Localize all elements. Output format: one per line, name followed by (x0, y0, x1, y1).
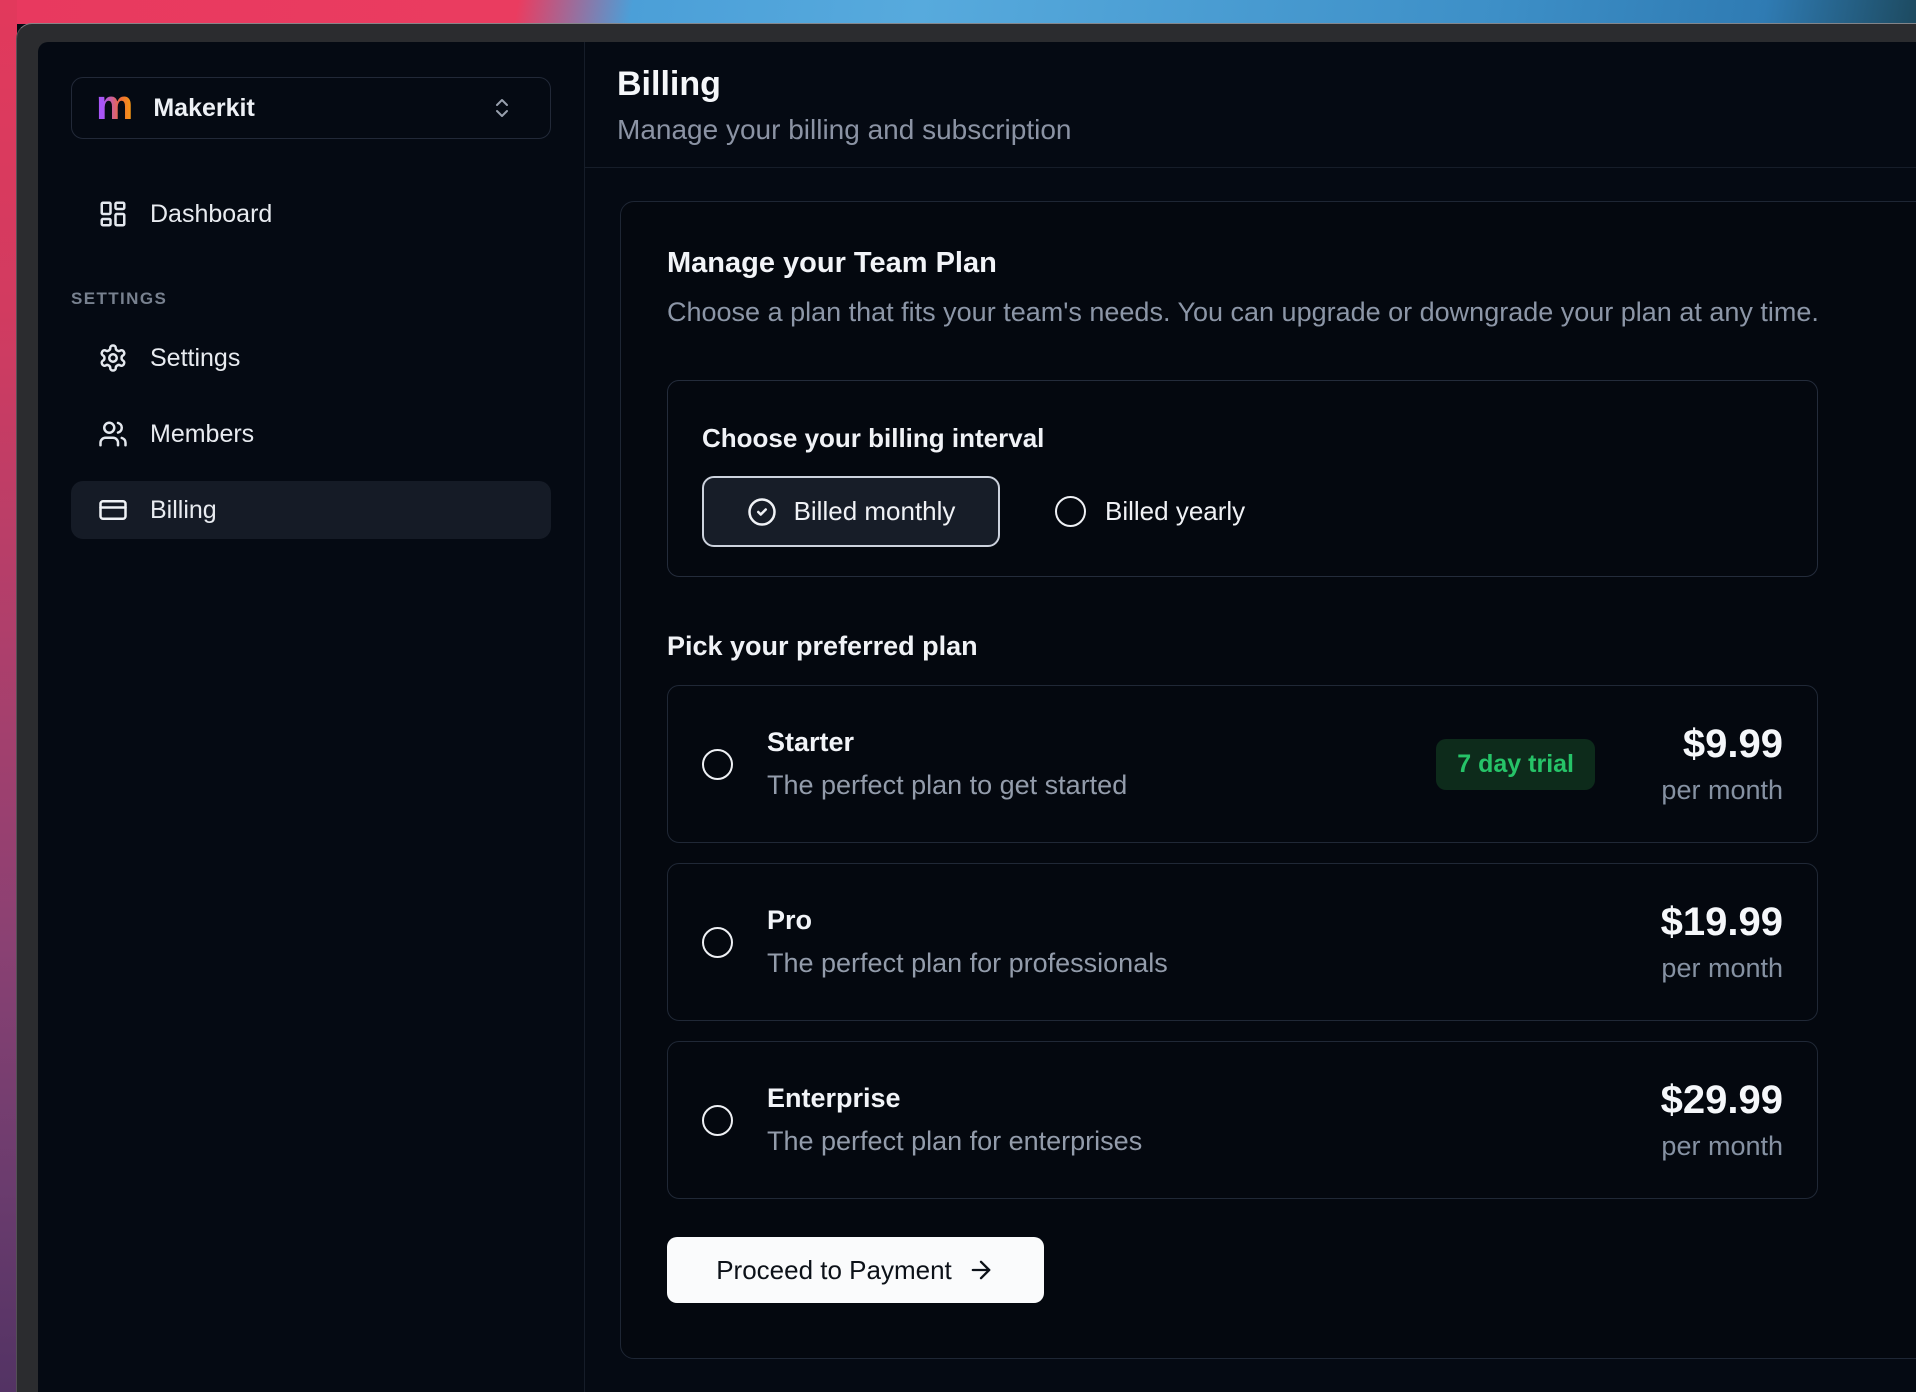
sidebar-item-billing[interactable]: Billing (71, 481, 551, 539)
trial-badge: 7 day trial (1436, 739, 1595, 790)
dashboard-grid-icon (98, 199, 128, 229)
app-window: m Makerkit Dashboard SETTINGS Settings (16, 23, 1916, 1392)
sidebar-item-members[interactable]: Members (71, 405, 551, 463)
sidebar-item-settings[interactable]: Settings (71, 329, 551, 387)
plan-price-block: $9.99 per month (1648, 722, 1783, 806)
plan-description: The perfect plan for enterprises (767, 1126, 1142, 1157)
billed-yearly-label: Billed yearly (1105, 496, 1245, 527)
plan-price: $29.99 (1648, 1078, 1783, 1123)
billing-interval-box: Choose your billing interval Billed mont… (667, 380, 1818, 577)
chevrons-up-down-icon (490, 96, 514, 120)
sidebar: m Makerkit Dashboard SETTINGS Settings (38, 42, 585, 1392)
desktop-wallpaper-left (0, 0, 17, 1392)
users-icon (98, 419, 128, 449)
team-plan-card: Manage your Team Plan Choose a plan that… (620, 201, 1916, 1359)
sidebar-section-settings: SETTINGS (71, 289, 551, 309)
sidebar-item-label: Billing (150, 496, 217, 525)
billing-interval-label: Choose your billing interval (702, 423, 1817, 454)
sidebar-item-label: Dashboard (150, 200, 272, 229)
workspace-name: Makerkit (153, 94, 254, 123)
billing-interval-options: Billed monthly Billed yearly (702, 476, 1817, 547)
header-divider (585, 167, 1916, 168)
main-content: Billing Manage your billing and subscrip… (585, 42, 1916, 1392)
plan-description: The perfect plan for professionals (767, 948, 1168, 979)
plan-price-block: $29.99 per month (1648, 1078, 1783, 1162)
plan-name: Starter (767, 727, 1127, 758)
sidebar-item-label: Settings (150, 344, 240, 373)
billed-yearly-option[interactable]: Billed yearly (1055, 496, 1245, 527)
plan-price-block: $19.99 per month (1648, 900, 1783, 984)
sidebar-item-label: Members (150, 420, 254, 449)
plan-row-pro[interactable]: Pro The perfect plan for professionals $… (667, 863, 1818, 1021)
plan-name: Enterprise (767, 1083, 1142, 1114)
plan-row-starter[interactable]: Starter The perfect plan to get started … (667, 685, 1818, 843)
plan-row-enterprise[interactable]: Enterprise The perfect plan for enterpri… (667, 1041, 1818, 1199)
circle-check-icon (747, 497, 777, 527)
plan-description: The perfect plan to get started (767, 770, 1127, 801)
arrow-right-icon (967, 1256, 995, 1284)
card-subtitle: Choose a plan that fits your team's need… (667, 297, 1916, 328)
sidebar-nav: Dashboard SETTINGS Settings Members B (71, 185, 551, 539)
proceed-to-payment-button[interactable]: Proceed to Payment (667, 1237, 1044, 1303)
makerkit-logo: m (96, 84, 133, 126)
radio-unselected-icon (1055, 496, 1086, 527)
plan-list: Starter The perfect plan to get started … (667, 685, 1916, 1199)
desktop-wallpaper-top (0, 0, 1916, 24)
proceed-to-payment-label: Proceed to Payment (716, 1255, 952, 1286)
page-header: Billing Manage your billing and subscrip… (585, 42, 1916, 146)
credit-card-icon (98, 495, 128, 525)
card-title: Manage your Team Plan (667, 247, 1916, 280)
page-subtitle: Manage your billing and subscription (617, 114, 1916, 146)
plan-name: Pro (767, 905, 1168, 936)
plan-picker-label: Pick your preferred plan (667, 631, 1916, 662)
workspace-selector[interactable]: m Makerkit (71, 77, 551, 139)
billed-monthly-label: Billed monthly (794, 496, 956, 527)
plan-period: per month (1648, 1131, 1783, 1162)
plan-info: Starter The perfect plan to get started (767, 727, 1127, 801)
page-title: Billing (617, 65, 1916, 104)
app-root: m Makerkit Dashboard SETTINGS Settings (38, 42, 1916, 1392)
sidebar-item-dashboard[interactable]: Dashboard (71, 185, 551, 243)
plan-period: per month (1648, 775, 1783, 806)
plan-price: $9.99 (1648, 722, 1783, 767)
plan-price: $19.99 (1648, 900, 1783, 945)
radio-unselected-icon[interactable] (702, 749, 733, 780)
billed-monthly-option[interactable]: Billed monthly (702, 476, 1000, 547)
gear-icon (98, 343, 128, 373)
radio-unselected-icon[interactable] (702, 1105, 733, 1136)
radio-unselected-icon[interactable] (702, 927, 733, 958)
plan-info: Enterprise The perfect plan for enterpri… (767, 1083, 1142, 1157)
plan-info: Pro The perfect plan for professionals (767, 905, 1168, 979)
plan-period: per month (1648, 953, 1783, 984)
